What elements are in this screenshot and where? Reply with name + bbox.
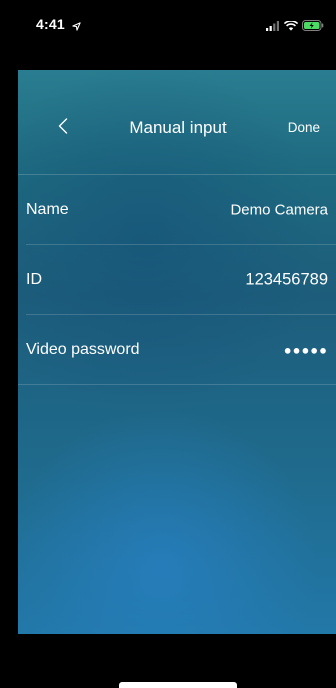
signal-icon [266,18,280,36]
status-bar: 4:41 [0,0,336,70]
chevron-left-icon [58,117,68,139]
video-password-row[interactable]: Video password ●●●●● [18,315,336,385]
name-field[interactable]: Demo Camera [230,202,328,219]
id-label: ID [26,271,42,288]
name-label: Name [26,201,69,218]
location-arrow-icon [72,18,81,36]
status-icons [266,18,324,36]
divider [18,384,336,385]
page-title: Manual input [129,118,227,137]
battery-charging-icon [302,18,324,36]
done-button[interactable]: Done [288,120,320,135]
screen: 4:41 Manual input Done Name Demo Camera … [0,0,336,688]
navigation-bar: Manual input Done [18,70,336,176]
id-row[interactable]: ID 123456789 [18,245,336,315]
status-time: 4:41 [36,16,65,32]
back-button[interactable] [52,114,74,142]
manual-input-panel: Manual input Done Name Demo Camera ID 12… [18,70,336,634]
video-password-label: Video password [26,341,140,358]
video-password-field[interactable]: ●●●●● [284,343,328,358]
home-indicator[interactable] [119,682,237,688]
name-row[interactable]: Name Demo Camera [18,175,336,245]
id-field[interactable]: 123456789 [245,271,328,290]
wifi-icon [283,18,299,36]
